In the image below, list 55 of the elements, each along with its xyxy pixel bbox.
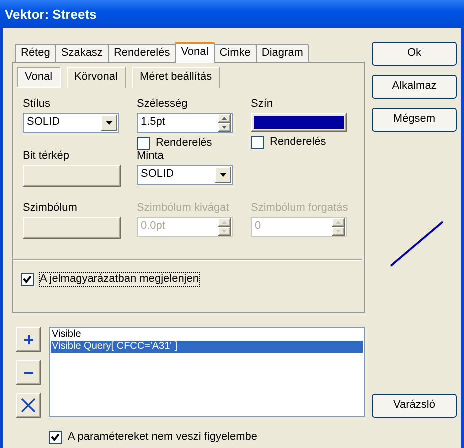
dialog-button[interactable]: Alkalmaz xyxy=(372,75,457,99)
dropdown-field[interactable]: SOLID xyxy=(137,165,233,185)
field-label: Szimbólum xyxy=(23,202,78,215)
tab[interactable]: Diagram xyxy=(256,44,310,62)
check-icon xyxy=(51,433,60,442)
dropdown-field[interactable]: SOLID xyxy=(23,113,119,133)
list-item[interactable]: Visible xyxy=(51,329,363,341)
field-label: Minta xyxy=(137,150,165,163)
tab[interactable]: Renderelés xyxy=(108,44,176,62)
picker-button[interactable] xyxy=(23,217,121,239)
checkbox[interactable] xyxy=(21,273,34,286)
checkbox[interactable] xyxy=(49,431,62,444)
dialog-button[interactable]: Mégsem xyxy=(372,108,457,132)
field-label: Szimbólum kivágat xyxy=(137,202,230,215)
spin-up-icon xyxy=(220,219,229,226)
spin-up-icon xyxy=(334,219,343,226)
tab[interactable]: Szakasz xyxy=(55,44,109,62)
subtab[interactable]: Méret beállítás xyxy=(132,67,220,88)
subtab[interactable]: Vonal xyxy=(17,67,61,88)
checkbox[interactable] xyxy=(251,136,264,150)
dialog-button[interactable]: Ok xyxy=(372,42,457,66)
dropdown-arrow-icon xyxy=(220,173,226,177)
subtab[interactable]: Körvonal xyxy=(66,67,126,88)
spin-down-icon xyxy=(220,124,229,131)
checkbox[interactable] xyxy=(137,137,150,150)
tab[interactable]: Cimke xyxy=(214,44,257,62)
color-button[interactable] xyxy=(251,113,347,132)
spin-down-icon xyxy=(220,228,229,235)
check-icon xyxy=(23,275,32,284)
field-label: Stílus xyxy=(23,98,52,111)
checkbox-label: A paramétereket nem veszi figyelembe xyxy=(68,431,258,444)
clear-icon xyxy=(21,398,36,413)
field-label: Szín xyxy=(251,98,274,111)
list-item[interactable]: Visible Query[ CFCC='A31' ] xyxy=(51,341,363,353)
checkbox-label: A jelmagyarázatban megjelenjen xyxy=(40,273,199,286)
window-title: Vektor: Streets xyxy=(0,0,464,28)
add-icon xyxy=(22,334,34,346)
field-label: Szélesség xyxy=(137,98,189,111)
field-label: Szimbólum forgatás xyxy=(251,202,347,215)
picker-button[interactable] xyxy=(23,165,121,187)
spin-down-icon xyxy=(334,228,343,235)
tab[interactable]: Vonal xyxy=(175,42,215,63)
tool-button[interactable] xyxy=(16,327,41,352)
spin-up-icon xyxy=(220,115,229,122)
wizard-button[interactable]: Varázsló xyxy=(372,394,457,418)
remove-icon xyxy=(22,370,34,374)
checkbox-label: Renderelés xyxy=(156,137,212,150)
tool-button[interactable] xyxy=(16,360,41,385)
field-label: Bit térkép xyxy=(23,150,70,163)
tab[interactable]: Réteg xyxy=(15,44,56,62)
tool-button[interactable] xyxy=(16,393,41,418)
dropdown-arrow-icon xyxy=(106,121,112,125)
spinner-field[interactable]: 1.5pt xyxy=(137,113,233,133)
checkbox-label: Renderelés xyxy=(270,136,326,150)
line-preview xyxy=(389,220,445,268)
